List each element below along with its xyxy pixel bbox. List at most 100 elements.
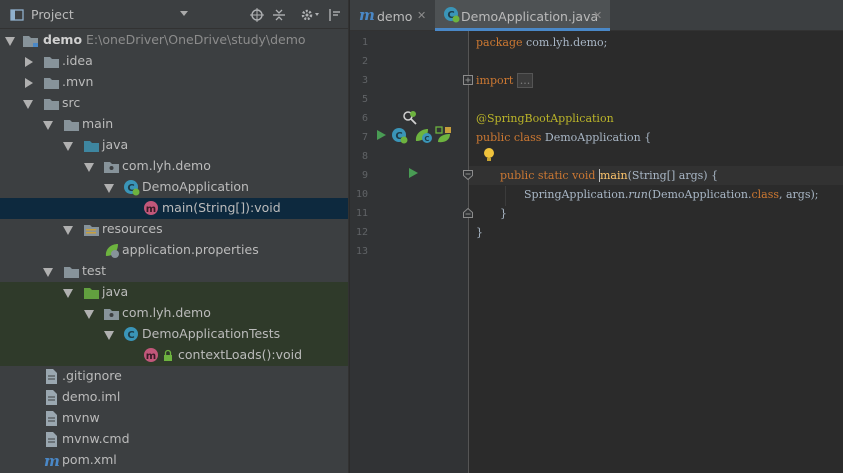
tree-item-label: contextLoads():void xyxy=(178,347,303,362)
tree-item-demo-iml[interactable]: demo.iml xyxy=(0,387,348,408)
code-editor[interactable] xyxy=(469,31,843,473)
method-icon: m xyxy=(143,200,160,217)
project-panel-title[interactable]: Project xyxy=(31,7,74,22)
tree-item-src[interactable]: src xyxy=(0,93,348,114)
tree-item-label: resources xyxy=(102,221,163,236)
svg-text:m: m xyxy=(44,452,60,469)
class-ref: SpringApplication. xyxy=(524,188,629,201)
line-number: 13 xyxy=(355,246,368,257)
line-number: 3 xyxy=(361,75,368,86)
maven-icon: m xyxy=(43,452,60,470)
fold-collapse-icon[interactable] xyxy=(463,169,474,184)
tree-item-main-java[interactable]: java xyxy=(0,135,348,156)
editor-tab-bar: m demo ✕ C DemoApplication.java ✕ xyxy=(350,0,843,31)
tree-item-demo[interactable]: demo E:\oneDriver\OneDrive\study\demo xyxy=(0,30,348,51)
collapse-arrow-icon[interactable] xyxy=(25,57,33,67)
expand-arrow-icon[interactable] xyxy=(43,121,53,130)
keyword: class xyxy=(751,188,779,201)
tree-item-gitignore[interactable]: .gitignore xyxy=(0,366,348,387)
svg-text:C: C xyxy=(127,330,134,341)
expand-arrow-icon[interactable] xyxy=(63,289,73,298)
tree-item-context-loads[interactable]: m contextLoads():void xyxy=(0,345,348,366)
expand-arrow-icon[interactable] xyxy=(104,184,114,193)
tree-item-main[interactable]: main xyxy=(0,114,348,135)
fold-end-icon[interactable] xyxy=(463,206,474,221)
spring-context-icon[interactable] xyxy=(435,126,455,147)
tree-item-test-java[interactable]: java xyxy=(0,282,348,303)
tree-item-mvnw-cmd[interactable]: mvnw.cmd xyxy=(0,429,348,450)
line-number: 11 xyxy=(355,208,368,219)
code-line-package: package com.lyh.demo; xyxy=(476,36,607,49)
brace: } xyxy=(500,207,507,220)
expand-arrow-icon[interactable] xyxy=(5,37,15,46)
tree-item-package[interactable]: com.lyh.demo xyxy=(0,156,348,177)
spring-class-icon[interactable]: C xyxy=(391,127,408,147)
crosshair-icon[interactable] xyxy=(250,8,264,25)
project-window-icon[interactable] xyxy=(10,8,24,25)
tab-demo-application[interactable]: C DemoApplication.java ✕ xyxy=(435,0,610,31)
expand-arrow-icon[interactable] xyxy=(23,100,33,109)
project-panel: Project demo E:\oneDriver\OneDrive\study… xyxy=(0,0,348,473)
code-line-import: import ... xyxy=(476,73,534,88)
tree-item-label: DemoApplicationTests xyxy=(142,326,281,341)
folder-icon xyxy=(43,53,60,70)
text-file-icon xyxy=(43,431,60,448)
method-name: main xyxy=(598,169,628,182)
source-folder-icon xyxy=(83,137,100,154)
tree-item-label: .idea xyxy=(62,53,93,68)
tree-item-label: java xyxy=(102,284,129,299)
tree-item-test[interactable]: test xyxy=(0,261,348,282)
tree-item-main-method[interactable]: m main(String[]):void xyxy=(0,198,348,219)
line-number: 7 xyxy=(361,132,368,143)
run-icon[interactable] xyxy=(375,129,387,144)
close-icon[interactable]: ✕ xyxy=(593,9,602,22)
fold-expand-icon[interactable] xyxy=(463,74,474,89)
expand-arrow-icon[interactable] xyxy=(104,331,114,340)
expand-arrow-icon[interactable] xyxy=(84,163,94,172)
lightbulb-icon[interactable] xyxy=(482,147,496,166)
tree-item-label: main(String[]):void xyxy=(162,200,281,215)
package-icon xyxy=(103,158,120,175)
svg-text:m: m xyxy=(146,351,156,362)
gutter-border xyxy=(468,31,469,473)
tab-demo[interactable]: m demo ✕ xyxy=(350,0,433,31)
tree-item-application-properties[interactable]: application.properties xyxy=(0,240,348,261)
folder-icon xyxy=(43,74,60,91)
expand-arrow-icon[interactable] xyxy=(43,268,53,277)
text-file-icon xyxy=(43,389,60,406)
expand-arrow-icon[interactable] xyxy=(63,142,73,151)
project-panel-header: Project xyxy=(0,0,348,29)
folded-imports[interactable]: ... xyxy=(516,73,534,88)
tree-item-mvnw[interactable]: mvnw xyxy=(0,408,348,429)
gear-icon[interactable] xyxy=(300,8,320,25)
svg-text:m: m xyxy=(146,204,156,215)
tab-label: DemoApplication.java xyxy=(461,9,599,24)
line-number: 1 xyxy=(361,37,368,48)
line-number: 8 xyxy=(361,151,368,162)
tree-item-label: DemoApplication xyxy=(142,179,249,194)
line-number: 2 xyxy=(361,56,368,67)
svg-text:C: C xyxy=(424,135,429,143)
collapse-arrow-icon[interactable] xyxy=(25,78,33,88)
tree-item-idea[interactable]: .idea xyxy=(0,51,348,72)
tree-item-demo-application-tests[interactable]: C DemoApplicationTests xyxy=(0,324,348,345)
chevron-down-icon[interactable] xyxy=(180,11,188,16)
folder-icon xyxy=(63,116,80,133)
test-class-icon: C xyxy=(123,326,140,343)
run-icon[interactable] xyxy=(407,167,419,182)
tree-item-test-package[interactable]: com.lyh.demo xyxy=(0,303,348,324)
brace: } xyxy=(476,226,483,239)
tree-item-mvn[interactable]: .mvn xyxy=(0,72,348,93)
tree-item-demo-application[interactable]: C DemoApplication xyxy=(0,177,348,198)
collapse-all-icon[interactable] xyxy=(272,8,286,25)
call-args-end: , args); xyxy=(778,188,819,201)
hide-panel-icon[interactable] xyxy=(328,8,342,25)
tree-item-resources[interactable]: resources xyxy=(0,219,348,240)
folder-icon xyxy=(43,95,60,112)
close-icon[interactable]: ✕ xyxy=(417,9,426,22)
expand-arrow-icon[interactable] xyxy=(63,226,73,235)
tree-item-label: .gitignore xyxy=(62,368,122,383)
tree-item-pom-xml[interactable]: m pom.xml xyxy=(0,450,348,471)
spring-bean-icon[interactable]: C xyxy=(414,127,434,147)
expand-arrow-icon[interactable] xyxy=(84,310,94,319)
